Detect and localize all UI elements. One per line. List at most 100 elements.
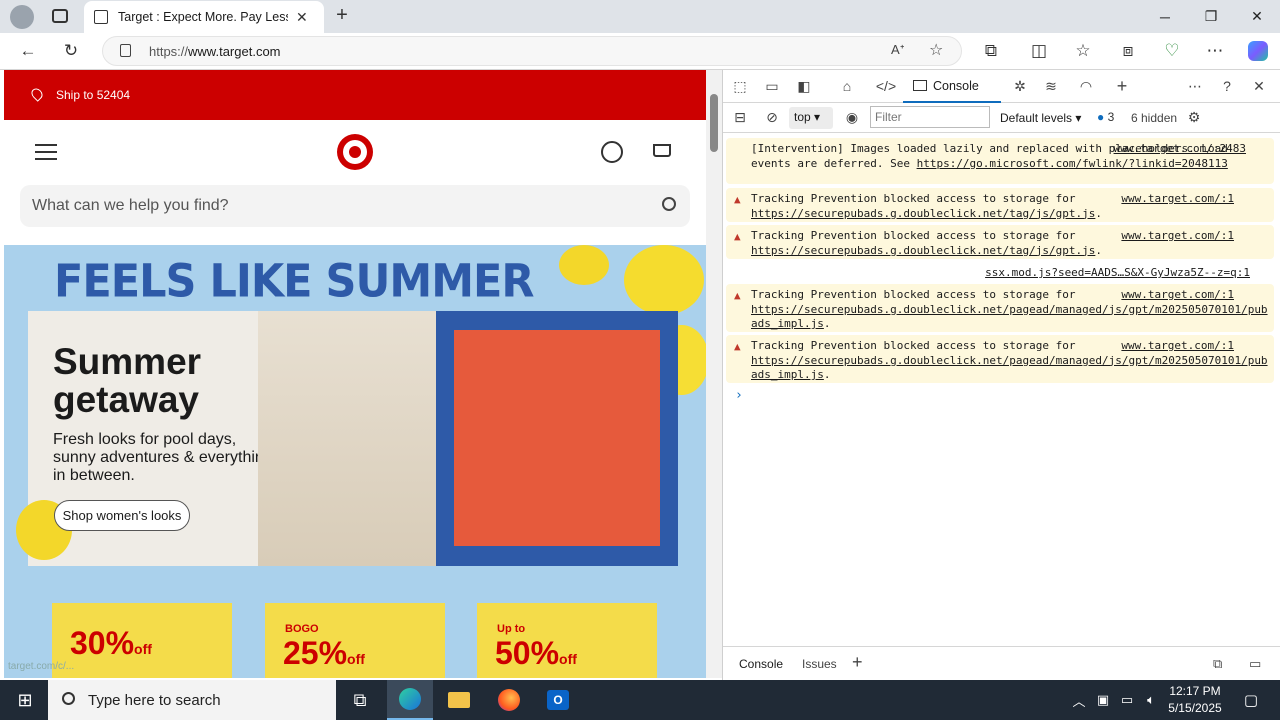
- target-logo-icon[interactable]: [337, 134, 373, 170]
- device-emulation-icon[interactable]: ▭: [761, 76, 783, 96]
- shop-womens-looks-button[interactable]: Shop women's looks: [54, 500, 190, 531]
- file-explorer-icon[interactable]: [436, 680, 482, 720]
- site-header: What can we help you find?: [4, 120, 706, 245]
- welcome-home-icon[interactable]: ⌂: [836, 76, 858, 96]
- model-photo: [258, 311, 440, 566]
- hidden-count: 6 hidden: [1131, 111, 1178, 125]
- search-icon: [62, 692, 75, 705]
- tab-strip: Target : Expect More. Pay Less. ✕ + ─ ❐ …: [0, 0, 1280, 33]
- close-devtools-icon[interactable]: ✕: [1248, 76, 1270, 96]
- bug-icon[interactable]: ✲: [1009, 76, 1031, 96]
- message-source[interactable]: ssx.mod.js?seed=AADS…S&X-GyJwza5Z--z=q:1: [985, 266, 1250, 281]
- close-window-button[interactable]: ✕: [1234, 0, 1280, 33]
- live-expression-eye-icon[interactable]: ◉: [841, 107, 863, 127]
- context-selector[interactable]: top ▾: [789, 107, 833, 129]
- new-tab-button[interactable]: +: [330, 4, 354, 28]
- back-button[interactable]: ←: [13, 37, 43, 65]
- ship-to-bar[interactable]: Ship to 52404: [4, 70, 706, 120]
- copilot-icon[interactable]: [1243, 37, 1273, 65]
- refresh-button[interactable]: ↻: [56, 37, 86, 65]
- cart-icon[interactable]: [653, 144, 671, 157]
- promo-value: 25%off: [283, 635, 365, 671]
- menu-icon[interactable]: [35, 144, 57, 160]
- more-tools-icon[interactable]: ⋯: [1184, 76, 1206, 96]
- profile-avatar-icon[interactable]: [10, 5, 34, 29]
- clock-time: 12:17 PM: [1169, 684, 1221, 698]
- console-message: ssx.mod.js?seed=AADS…S&X-GyJwza5Z--z=q:1: [726, 262, 1274, 282]
- collapse-drawer-icon[interactable]: ▭: [1249, 656, 1261, 672]
- close-tab-icon[interactable]: ✕: [296, 9, 308, 26]
- console-prompt[interactable]: ›: [735, 388, 743, 403]
- message-link[interactable]: https://securepubads.g.doubleclick.net/t…: [751, 244, 1095, 257]
- favorite-star-icon[interactable]: ☆: [929, 40, 943, 60]
- tab-console[interactable]: Console: [903, 70, 1001, 103]
- performance-icon[interactable]: ◠: [1075, 76, 1097, 96]
- tab-target[interactable]: Target : Expect More. Pay Less. ✕: [84, 1, 324, 33]
- system-clock[interactable]: 12:17 PM 5/15/2025: [1164, 683, 1226, 717]
- firefox-icon[interactable]: [486, 680, 532, 720]
- promo-tile-2[interactable]: BOGO 25%off: [265, 603, 445, 678]
- console-message: [Intervention] Images loaded lazily and …: [726, 138, 1274, 184]
- issues-badge[interactable]: ● 3: [1097, 110, 1114, 124]
- navigation-bar: ← ↻ https://www.target.com Aᐩ ☆ ⧉ ◫ ☆ ⧈ …: [0, 33, 1280, 70]
- collections-icon[interactable]: ⧈: [1113, 37, 1143, 65]
- clear-console-icon[interactable]: ⊘: [761, 107, 783, 127]
- tab-actions-icon[interactable]: [52, 9, 68, 23]
- message-link[interactable]: https://securepubads.g.doubleclick.net/t…: [751, 207, 1095, 220]
- web-page: Ship to 52404 What can we help you find?…: [4, 70, 706, 678]
- favorites-icon[interactable]: ☆: [1068, 37, 1098, 65]
- scrollbar-thumb[interactable]: [710, 94, 718, 152]
- message-source[interactable]: www.target.com/:1: [1121, 339, 1234, 354]
- filter-input[interactable]: Filter: [870, 106, 990, 128]
- restore-button[interactable]: ❐: [1188, 0, 1234, 33]
- help-icon[interactable]: ?: [1216, 76, 1238, 96]
- message-link[interactable]: https://securepubads.g.doubleclick.net/p…: [751, 303, 1268, 331]
- search-icon[interactable]: [662, 197, 676, 211]
- message-link[interactable]: https://securepubads.g.doubleclick.net/p…: [751, 354, 1268, 382]
- hero-banner[interactable]: FEELS LIKE SUMMER Summer getaway Fresh lo…: [4, 245, 706, 678]
- dock-icon[interactable]: ◧: [793, 76, 815, 96]
- taskbar-search-input[interactable]: Type here to search: [48, 680, 336, 720]
- warning-icon: ▲: [734, 193, 741, 206]
- message-source[interactable]: www.target.com/:1: [1121, 288, 1234, 303]
- network-wifi-icon[interactable]: ≋: [1040, 76, 1062, 96]
- edge-browser-icon[interactable]: [387, 680, 433, 720]
- message-source[interactable]: www.target.com/:1: [1121, 229, 1234, 244]
- drawer-tab-console[interactable]: Console: [739, 657, 783, 671]
- inspect-icon[interactable]: ⬚: [729, 76, 751, 96]
- elements-icon[interactable]: </>: [875, 76, 897, 96]
- message-source[interactable]: www.target.com/:2483: [1114, 142, 1246, 157]
- promo-label: Up to: [497, 623, 526, 635]
- address-bar[interactable]: https://www.target.com Aᐩ ☆: [102, 36, 962, 66]
- location-pin-icon: [29, 86, 45, 102]
- promo-value: 30%off: [70, 625, 152, 661]
- task-view-icon[interactable]: ⧉: [337, 680, 383, 720]
- add-tool-icon[interactable]: +: [1111, 76, 1133, 96]
- message-link[interactable]: https://go.microsoft.com/fwlink/?linkid=…: [917, 157, 1228, 170]
- account-icon[interactable]: [601, 141, 623, 163]
- add-drawer-tab-icon[interactable]: +: [852, 652, 863, 673]
- extensions-icon[interactable]: ⧉: [976, 37, 1006, 65]
- sidebar-toggle-icon[interactable]: ⊟: [729, 107, 751, 127]
- undock-drawer-icon[interactable]: ⧉: [1213, 656, 1222, 672]
- promo-label: BOGO: [285, 623, 319, 635]
- start-windows-icon[interactable]: ⊞: [2, 680, 48, 720]
- lemon-image: [559, 245, 609, 285]
- console-settings-icon[interactable]: ⚙: [1183, 107, 1205, 127]
- promo-tile-3[interactable]: Up to 50%off: [477, 603, 657, 678]
- settings-more-icon[interactable]: ⋯: [1200, 37, 1230, 65]
- message-source[interactable]: www.target.com/:1: [1121, 192, 1234, 207]
- page-scrollbar[interactable]: [706, 70, 722, 678]
- pool-photo: [436, 311, 678, 566]
- read-aloud-icon[interactable]: Aᐩ: [891, 42, 905, 58]
- browser-essentials-icon[interactable]: ♡: [1157, 37, 1187, 65]
- outlook-icon[interactable]: O: [535, 680, 581, 720]
- notifications-icon[interactable]: ▢: [1228, 680, 1274, 720]
- promo-tile-1[interactable]: 30%off: [52, 603, 232, 678]
- drawer-tab-issues[interactable]: Issues: [802, 657, 837, 671]
- log-levels-dropdown[interactable]: Default levels ▾: [1000, 111, 1081, 125]
- split-screen-icon[interactable]: ◫: [1024, 37, 1054, 65]
- minimize-button[interactable]: ─: [1142, 0, 1188, 33]
- drawer-tabs: Console Issues + ⧉ ▭: [723, 646, 1280, 680]
- search-input[interactable]: What can we help you find?: [20, 185, 690, 227]
